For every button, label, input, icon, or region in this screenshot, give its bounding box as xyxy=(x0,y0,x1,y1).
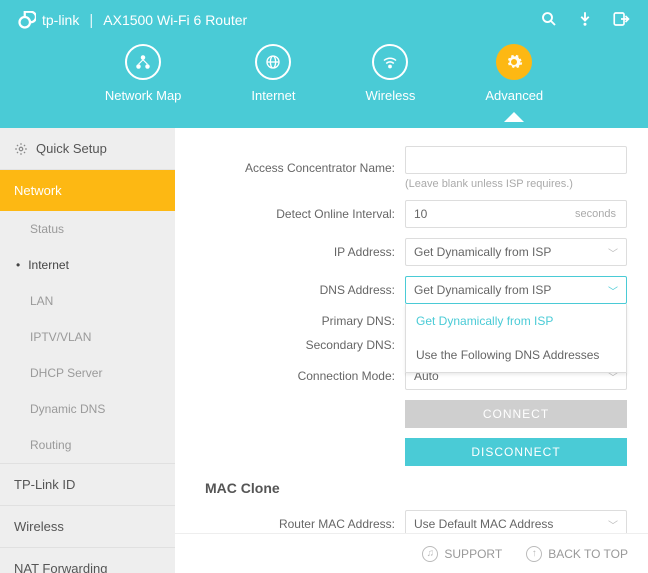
sidebar-item-quick-setup[interactable]: Quick Setup xyxy=(0,128,175,170)
tab-label: Advanced xyxy=(485,88,543,103)
router-mac-value: Use Default MAC Address xyxy=(414,517,553,531)
footer-bar: ♫ SUPPORT ↑ BACK TO TOP xyxy=(175,533,648,573)
back-to-top-label: BACK TO TOP xyxy=(548,547,628,561)
tab-network-map[interactable]: Network Map xyxy=(105,44,182,103)
back-to-top-button[interactable]: ↑ BACK TO TOP xyxy=(526,546,628,562)
dns-option-manual[interactable]: Use the Following DNS Addresses xyxy=(406,338,626,372)
tab-label: Network Map xyxy=(105,88,182,103)
chevron-down-icon: ﹀ xyxy=(608,283,618,298)
gear-icon xyxy=(14,142,28,156)
sidebar-sub-lan[interactable]: LAN xyxy=(0,283,175,319)
product-name: AX1500 Wi-Fi 6 Router xyxy=(103,12,247,28)
globe-icon xyxy=(255,44,291,80)
tplink-logo-icon xyxy=(18,11,36,29)
sidebar-sub-routing[interactable]: Routing xyxy=(0,427,175,463)
brand-name: tp-link xyxy=(42,12,79,28)
primary-dns-label: Primary DNS: xyxy=(185,314,405,328)
ip-address-select[interactable]: Get Dynamically from ISP ﹀ xyxy=(405,238,627,266)
detect-interval-value: 10 xyxy=(414,207,427,221)
sidebar: Quick Setup Network Status Internet LAN … xyxy=(0,128,175,573)
secondary-dns-label: Secondary DNS: xyxy=(185,338,405,352)
detect-interval-input[interactable]: 10 seconds xyxy=(405,200,627,228)
update-icon[interactable] xyxy=(576,10,594,31)
disconnect-button[interactable]: DISCONNECT xyxy=(405,438,627,466)
tab-internet[interactable]: Internet xyxy=(251,44,295,103)
connect-button[interactable]: CONNECT xyxy=(405,400,627,428)
wifi-icon xyxy=(372,44,408,80)
top-nav: Network Map Internet Wireless Advanced xyxy=(0,44,648,103)
sidebar-sub-iptv[interactable]: IPTV/VLAN xyxy=(0,319,175,355)
main-panel: Access Concentrator Name: (Leave blank u… xyxy=(175,128,648,573)
arrow-up-icon: ↑ xyxy=(526,546,542,562)
sidebar-sub-dhcp[interactable]: DHCP Server xyxy=(0,355,175,391)
dns-option-dynamic[interactable]: Get Dynamically from ISP xyxy=(406,304,626,338)
tab-advanced[interactable]: Advanced xyxy=(485,44,543,103)
tab-label: Wireless xyxy=(366,88,416,103)
sidebar-sub-internet[interactable]: Internet xyxy=(0,247,175,283)
ip-address-value: Get Dynamically from ISP xyxy=(414,245,551,259)
app-header: tp-link | AX1500 Wi-Fi 6 Router Network … xyxy=(0,0,648,128)
gear-icon xyxy=(496,44,532,80)
chevron-down-icon: ﹀ xyxy=(608,245,618,260)
mac-clone-heading: MAC Clone xyxy=(205,480,638,496)
header-actions xyxy=(540,10,630,31)
sidebar-item-tplink-id[interactable]: TP-Link ID xyxy=(0,463,175,505)
detect-interval-unit: seconds xyxy=(575,208,616,220)
brand-bar: tp-link | AX1500 Wi-Fi 6 Router xyxy=(0,0,648,40)
brand-separator: | xyxy=(89,12,93,29)
chevron-down-icon: ﹀ xyxy=(608,517,618,532)
sidebar-label: Quick Setup xyxy=(36,141,107,156)
acn-input[interactable] xyxy=(405,146,627,174)
support-label: SUPPORT xyxy=(444,547,502,561)
support-button[interactable]: ♫ SUPPORT xyxy=(422,546,502,562)
acn-label: Access Concentrator Name: xyxy=(185,161,405,175)
dns-address-label: DNS Address: xyxy=(185,283,405,297)
acn-hint: (Leave blank unless ISP requires.) xyxy=(405,178,638,190)
sidebar-item-wireless[interactable]: Wireless xyxy=(0,505,175,547)
logout-icon[interactable] xyxy=(612,10,630,31)
sidebar-sub-status[interactable]: Status xyxy=(0,211,175,247)
sidebar-item-nat[interactable]: NAT Forwarding xyxy=(0,547,175,573)
sidebar-label: Network xyxy=(14,183,62,198)
sidebar-item-network[interactable]: Network xyxy=(0,170,175,211)
headset-icon: ♫ xyxy=(422,546,438,562)
router-mac-label: Router MAC Address: xyxy=(185,517,405,531)
ip-address-label: IP Address: xyxy=(185,245,405,259)
body-container: Quick Setup Network Status Internet LAN … xyxy=(0,128,648,573)
connection-mode-label: Connection Mode: xyxy=(185,369,405,383)
detect-interval-label: Detect Online Interval: xyxy=(185,207,405,221)
dns-address-select[interactable]: Get Dynamically from ISP ﹀ xyxy=(405,276,627,304)
search-icon[interactable] xyxy=(540,10,558,31)
network-map-icon xyxy=(125,44,161,80)
dns-dropdown: Get Dynamically from ISP Use the Followi… xyxy=(405,304,627,373)
tab-label: Internet xyxy=(251,88,295,103)
brand-logo: tp-link xyxy=(18,11,79,29)
dns-address-value: Get Dynamically from ISP xyxy=(414,283,551,297)
tab-wireless[interactable]: Wireless xyxy=(366,44,416,103)
sidebar-sub-ddns[interactable]: Dynamic DNS xyxy=(0,391,175,427)
